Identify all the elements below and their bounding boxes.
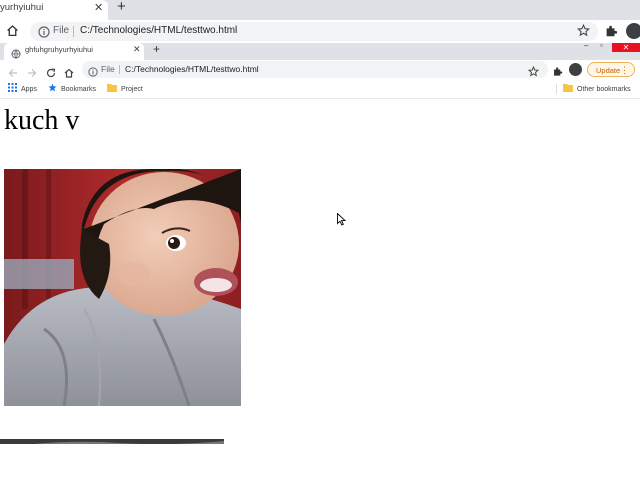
- outer-url-divider: [73, 26, 74, 37]
- window-close-icon[interactable]: ✕: [612, 43, 640, 52]
- update-button[interactable]: Update ⋮: [587, 62, 635, 77]
- bookmark-bookmarks-label: Bookmarks: [61, 86, 97, 93]
- outer-tab-close-icon[interactable]: ✕: [94, 1, 103, 14]
- inner-tab-title: ghfuhgruhyurhyiuhui: [25, 45, 93, 54]
- inner-url-scheme: File: [101, 64, 115, 74]
- outer-toolbar: File C:/Technologies/HTML/testtwo.html: [0, 20, 640, 43]
- folder-icon: [107, 83, 117, 97]
- maximize-icon[interactable]: ▫: [600, 41, 603, 50]
- outer-bookmark-star-icon[interactable]: [576, 23, 591, 42]
- second-photo-partial: [0, 435, 224, 444]
- page-heading: kuch v: [4, 105, 80, 136]
- outer-new-tab-button[interactable]: +: [117, 0, 126, 15]
- inner-profile-avatar-icon[interactable]: [569, 63, 582, 76]
- inner-tab-strip: ghfuhgruhyurhyiuhui ✕ +: [0, 42, 640, 60]
- inner-url-divider: [119, 65, 120, 74]
- outer-tab[interactable]: yurhyiuhui ✕: [0, 0, 108, 20]
- bookmark-project-label: Project: [121, 86, 143, 93]
- outer-url-scheme: File: [53, 25, 70, 36]
- outer-profile-avatar-icon[interactable]: [626, 23, 640, 39]
- inner-toolbar: File C:/Technologies/HTML/testtwo.html: [0, 60, 640, 80]
- outer-home-icon[interactable]: [6, 24, 19, 42]
- outer-extensions-icon[interactable]: [604, 24, 618, 43]
- minimize-icon[interactable]: –: [584, 41, 588, 50]
- bookmark-bookmarks[interactable]: Bookmarks: [48, 83, 96, 95]
- mouse-cursor-icon: [337, 212, 347, 231]
- inner-tab-close-icon[interactable]: ✕: [133, 44, 141, 55]
- update-button-label: Update: [596, 66, 621, 75]
- inner-new-tab-button[interactable]: +: [153, 42, 160, 56]
- inner-tab[interactable]: ghfuhgruhyurhyiuhui ✕: [4, 43, 144, 60]
- inner-address-bar[interactable]: File C:/Technologies/HTML/testtwo.html: [82, 61, 548, 78]
- child-photo: [4, 169, 241, 406]
- outer-url-text[interactable]: C:/Technologies/HTML/testtwo.html: [80, 25, 237, 36]
- folder-icon: [563, 83, 573, 97]
- other-bookmarks-label: Other bookmarks: [577, 86, 631, 93]
- other-bookmarks[interactable]: Other bookmarks: [563, 83, 631, 95]
- inner-url-text[interactable]: C:/Technologies/HTML/testtwo.html: [125, 64, 259, 74]
- outer-address-bar[interactable]: File C:/Technologies/HTML/testtwo.html: [30, 22, 598, 41]
- kebab-menu-icon[interactable]: ⋮: [620, 63, 629, 78]
- outer-tab-strip: yurhyiuhui ✕ +: [0, 0, 640, 20]
- outer-info-icon[interactable]: [38, 25, 50, 43]
- page-content: kuch v: [0, 99, 640, 480]
- bookmarks-bar: Apps Bookmarks Project Other bookmarks: [0, 80, 640, 99]
- bookmark-apps[interactable]: Apps: [8, 83, 37, 95]
- outer-tab-title: yurhyiuhui: [0, 2, 44, 13]
- star-icon: [48, 83, 57, 97]
- bookmarks-divider: [556, 84, 557, 94]
- bookmark-apps-label: Apps: [21, 86, 37, 93]
- apps-grid-icon: [8, 83, 17, 97]
- bookmark-project[interactable]: Project: [107, 83, 143, 95]
